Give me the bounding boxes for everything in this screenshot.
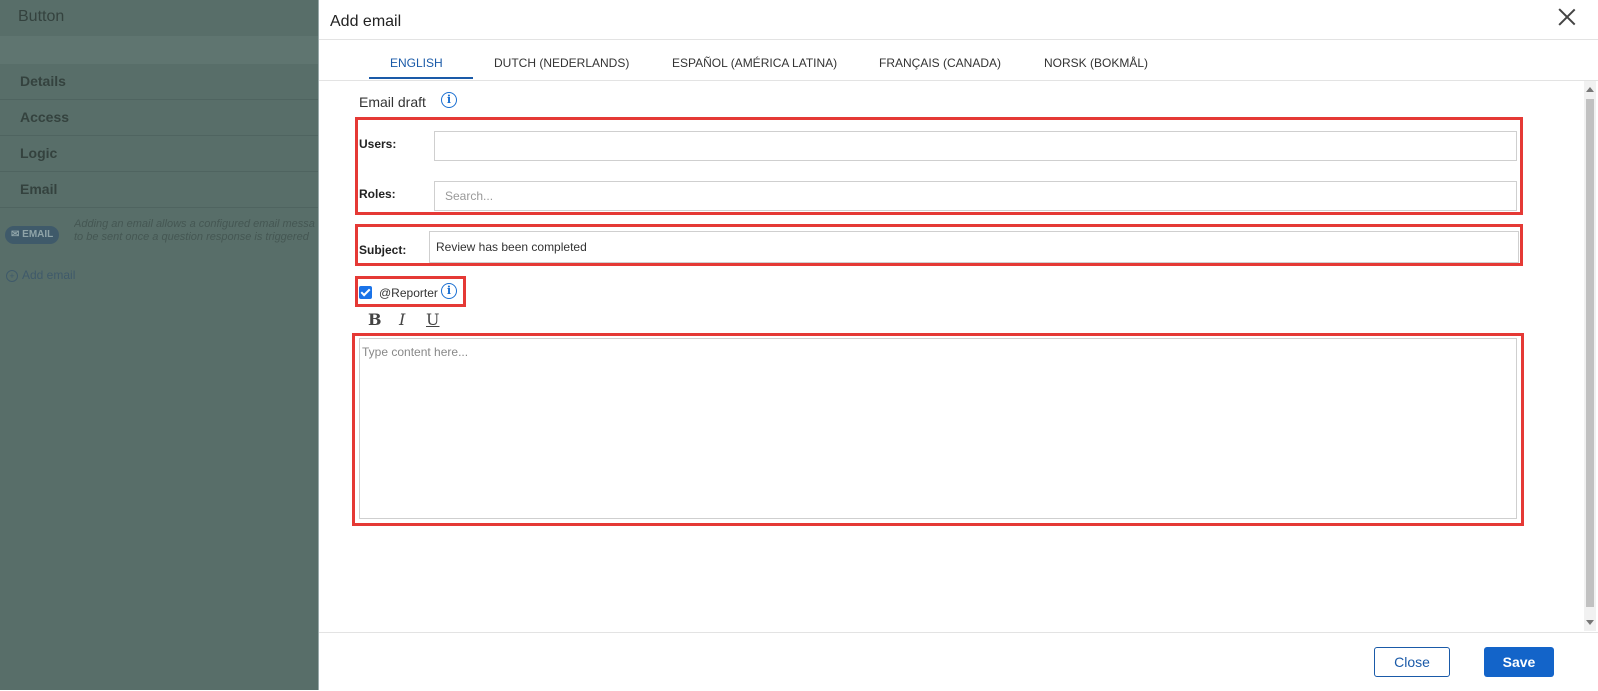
email-badge-label: EMAIL xyxy=(22,229,54,240)
info-icon[interactable]: i xyxy=(441,92,457,108)
dialog-footer: Close Save xyxy=(319,632,1598,691)
background-nav-details: Details xyxy=(0,64,318,100)
italic-button[interactable]: I xyxy=(399,310,405,329)
add-email-dialog: Add email ENGLISH DUTCH (NEDERLANDS) ESP… xyxy=(318,0,1598,690)
email-description-line: to be sent once a question response is t… xyxy=(74,231,309,243)
subject-label: Subject: xyxy=(359,243,407,257)
background-nav-label: Access xyxy=(20,109,70,125)
plus-circle-icon: + xyxy=(6,270,18,282)
users-label: Users: xyxy=(359,137,397,151)
email-draft-label: Email draft xyxy=(359,94,426,110)
underline-button[interactable]: U xyxy=(426,310,439,329)
tab-spanish[interactable]: ESPAÑOL (AMÉRICA LATINA) xyxy=(672,56,837,70)
reporter-label: @Reporter xyxy=(379,286,438,300)
tab-norwegian[interactable]: NORSK (BOKMÅL) xyxy=(1044,56,1148,70)
background-nav-label: Logic xyxy=(20,145,58,161)
background-toolbar xyxy=(0,36,318,64)
tab-english[interactable]: ENGLISH xyxy=(390,56,443,70)
close-button[interactable]: Close xyxy=(1374,647,1450,677)
scroll-down-arrow-icon[interactable] xyxy=(1586,620,1594,625)
info-icon[interactable]: i xyxy=(441,283,457,299)
background-nav-label: Details xyxy=(20,73,66,89)
email-description-line: Adding an email allows a configured emai… xyxy=(74,218,315,230)
close-icon[interactable] xyxy=(1557,7,1577,27)
add-email-link: + Add email xyxy=(6,268,75,282)
scrollbar-thumb[interactable] xyxy=(1586,99,1594,607)
reporter-checkbox[interactable] xyxy=(359,286,372,299)
background-nav-logic: Logic xyxy=(0,136,318,172)
dialog-header: Add email xyxy=(319,0,1598,40)
background-panel: Button Details Access Logic Email ✉ EMAI… xyxy=(0,0,318,690)
language-tabs: ENGLISH DUTCH (NEDERLANDS) ESPAÑOL (AMÉR… xyxy=(319,40,1598,81)
dialog-title: Add email xyxy=(330,13,402,30)
roles-label: Roles: xyxy=(359,187,396,201)
background-title: Button xyxy=(18,8,65,25)
scroll-up-arrow-icon[interactable] xyxy=(1586,87,1594,92)
dialog-scrollbar[interactable] xyxy=(1584,81,1596,631)
subject-input[interactable] xyxy=(429,231,1519,263)
active-tab-indicator xyxy=(369,77,473,79)
background-nav-access: Access xyxy=(0,100,318,136)
email-content-editor[interactable] xyxy=(359,338,1517,519)
add-email-label: Add email xyxy=(22,268,76,282)
tab-dutch[interactable]: DUTCH (NEDERLANDS) xyxy=(494,56,629,70)
email-badge: ✉ EMAIL xyxy=(5,226,60,244)
email-description: Adding an email allows a configured emai… xyxy=(74,218,324,244)
background-nav-label: Email xyxy=(20,181,58,197)
save-button[interactable]: Save xyxy=(1484,647,1554,677)
bold-button[interactable]: B xyxy=(368,310,382,329)
dialog-content: Email draft i Users: Roles: Subject: @Re… xyxy=(319,81,1584,631)
background-nav-email: Email xyxy=(0,172,318,208)
tab-french[interactable]: FRANÇAIS (CANADA) xyxy=(879,56,1001,70)
roles-search-input[interactable] xyxy=(434,181,1517,211)
users-input[interactable] xyxy=(434,131,1517,161)
